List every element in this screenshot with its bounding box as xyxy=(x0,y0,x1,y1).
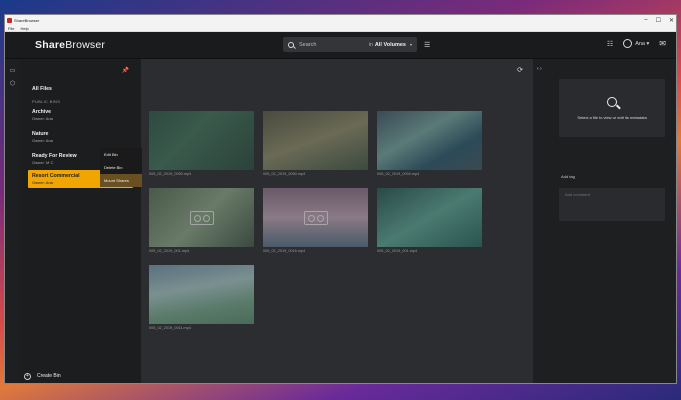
menu-help[interactable]: Help xyxy=(20,26,28,31)
search-icon xyxy=(288,41,294,48)
search-scope-dropdown[interactable]: All Volumes xyxy=(375,42,406,48)
create-bin-button[interactable]: + Create Bin xyxy=(20,369,141,383)
mail-icon[interactable]: ✉ xyxy=(659,39,666,48)
title-bar: ShareBrowser – ☐ ✕ xyxy=(5,15,676,25)
file-thumbnail[interactable]: 005_02_2019_001.mp4 xyxy=(377,188,482,253)
file-thumbnail[interactable]: 005_02_2019_0004.mp4 xyxy=(377,111,482,176)
file-thumbnail[interactable]: 005_02_2019_0016.mp4 xyxy=(263,188,368,253)
app-logo-icon xyxy=(7,17,12,23)
file-thumbnail[interactable]: 005_02_2019_001.mp4 xyxy=(149,188,254,253)
add-tag-input[interactable]: Add tag xyxy=(561,174,575,179)
app-window: ShareBrowser – ☐ ✕ File Help ShareBrowse… xyxy=(4,14,677,384)
file-name: 005_02_2019_001.mp4 xyxy=(149,249,190,253)
metadata-panel: Select a file to view or edit its metada… xyxy=(553,59,676,383)
metadata-empty-message: Select a file to view or edit its metada… xyxy=(577,114,647,120)
comment-field[interactable]: Add comment xyxy=(559,188,665,221)
file-name: 005_02_2019_001.mp4 xyxy=(377,249,418,253)
menu-item-delete-bin[interactable]: Delete Bin xyxy=(100,161,142,174)
zoom-in-icon xyxy=(607,96,617,107)
sidebar-item-archive[interactable]: Archive Owner: Ana xyxy=(20,106,141,124)
video-placeholder-icon xyxy=(189,210,214,225)
chevron-down-icon: ▾ xyxy=(409,42,412,47)
sidebar-item-nature[interactable]: Nature Owner: Ana xyxy=(20,128,141,146)
close-button[interactable]: ✕ xyxy=(669,17,674,24)
app-header: ShareBrowser Search in All Volumes ▾ ☰ ☷… xyxy=(5,32,676,59)
list-view-icon[interactable]: ☷ xyxy=(607,40,613,48)
drive-icon[interactable]: ▭ xyxy=(10,67,16,74)
video-placeholder-icon xyxy=(303,210,328,225)
metadata-empty-state: Select a file to view or edit its metada… xyxy=(559,79,665,137)
file-thumbnail[interactable]: 005_02_2019_0050.mp4 xyxy=(149,111,254,176)
user-menu[interactable]: Ana ▾ xyxy=(623,39,649,48)
bins-icon[interactable]: ⬡ xyxy=(10,80,15,87)
file-name: 005_02_2019_0016.mp4 xyxy=(263,249,306,253)
file-grid: 005_02_2019_0050.mp4 005_02_2019_0050.mp4… xyxy=(149,111,482,330)
sidebar-item-all-files[interactable]: All Files xyxy=(20,83,141,95)
file-name: 005_02_2019_0011.mp4 xyxy=(149,326,191,330)
avatar xyxy=(623,39,633,48)
file-name: 005_02_2019_0050.mp4 xyxy=(149,172,192,176)
file-thumbnail[interactable]: 005_02_2019_0011.mp4 xyxy=(149,265,254,330)
search-placeholder: Search xyxy=(299,41,317,48)
maximize-button[interactable]: ☐ xyxy=(656,17,661,24)
context-menu: Edit Bin Delete Bin Mount Shares xyxy=(100,148,142,187)
menu-file[interactable]: File xyxy=(8,26,14,31)
menu-item-edit-bin[interactable]: Edit Bin xyxy=(100,148,142,161)
menu-item-mount-shares[interactable]: Mount Shares xyxy=(100,174,142,187)
minimize-button[interactable]: – xyxy=(644,17,647,23)
section-header-public-bins: PUBLIC BINS xyxy=(32,99,61,104)
brand-logo: ShareBrowser xyxy=(35,39,106,51)
window-title: ShareBrowser xyxy=(14,17,40,23)
menu-bar: File Help xyxy=(5,25,676,32)
search-scope-prefix: in xyxy=(368,41,373,48)
plus-icon: + xyxy=(24,372,31,380)
refresh-icon[interactable]: ⟳ xyxy=(517,66,523,74)
code-toggle-icon[interactable]: ‹ › xyxy=(537,66,542,72)
panel-toggle: ‹ › xyxy=(533,59,553,383)
filter-sliders-icon[interactable]: ☰ xyxy=(424,41,430,49)
file-grid-area: ⟳ 005_02_2019_0050.mp4 005_02_2019_0050.m… xyxy=(141,59,533,383)
search-input[interactable]: Search in All Volumes ▾ xyxy=(283,37,417,52)
pin-icon[interactable]: 📌 xyxy=(122,67,129,74)
file-thumbnail[interactable]: 005_02_2019_0050.mp4 xyxy=(263,111,368,176)
file-name: 005_02_2019_0050.mp4 xyxy=(263,172,306,176)
sidebar: 📌 All Files PUBLIC BINS Archive Owner: A… xyxy=(20,59,141,383)
left-rail: ▭ ⬡ xyxy=(5,59,20,383)
file-name: 005_02_2019_0004.mp4 xyxy=(377,172,420,176)
